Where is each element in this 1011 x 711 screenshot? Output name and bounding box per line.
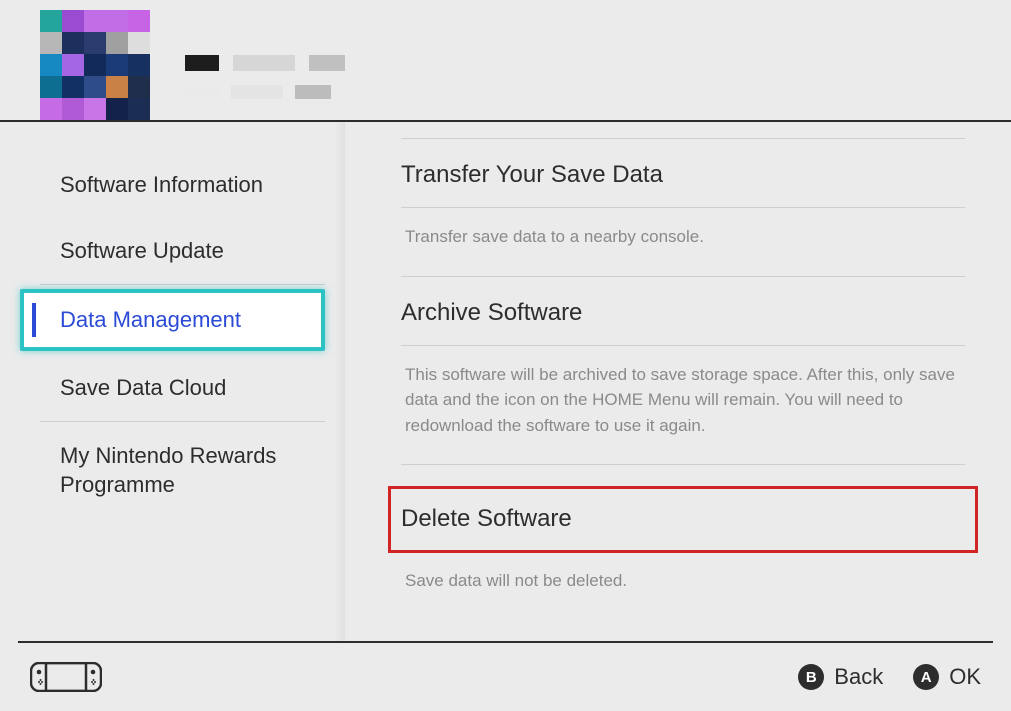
hint-label: OK <box>949 664 981 690</box>
row-description: This software will be archived to save s… <box>401 346 965 463</box>
b-button-icon: B <box>798 664 824 690</box>
row-title: Delete Software <box>389 487 977 552</box>
game-subtitle <box>185 85 345 99</box>
hint-back[interactable]: B Back <box>798 664 883 690</box>
hint-label: Back <box>834 664 883 690</box>
row-title: Transfer Your Save Data <box>401 161 965 208</box>
row-delete-software[interactable]: Delete Software Save data will not be de… <box>401 464 965 620</box>
row-description: Save data will not be deleted. <box>401 552 965 618</box>
game-icon <box>40 10 150 120</box>
hint-ok[interactable]: A OK <box>913 664 981 690</box>
sidebar: Software Information Software Update Dat… <box>0 122 345 641</box>
row-title: Archive Software <box>401 299 965 346</box>
row-transfer-save-data[interactable]: Transfer Your Save Data Transfer save da… <box>401 138 965 276</box>
row-description: Transfer save data to a nearby console. <box>401 208 965 274</box>
content-panel: Transfer Your Save Data Transfer save da… <box>345 122 1011 641</box>
footer: B Back A OK <box>18 641 993 711</box>
controller-icon <box>30 662 102 692</box>
sidebar-item-software-update[interactable]: Software Update <box>0 218 345 284</box>
sidebar-item-rewards-programme[interactable]: My Nintendo Rewards Programme <box>0 422 345 519</box>
row-archive-software[interactable]: Archive Software This software will be a… <box>401 276 965 465</box>
sidebar-item-software-information[interactable]: Software Information <box>0 152 345 218</box>
sidebar-item-save-data-cloud[interactable]: Save Data Cloud <box>0 355 345 421</box>
a-button-icon: A <box>913 664 939 690</box>
header <box>0 0 1011 122</box>
sidebar-item-data-management[interactable]: Data Management <box>20 289 325 351</box>
game-title <box>185 55 345 71</box>
